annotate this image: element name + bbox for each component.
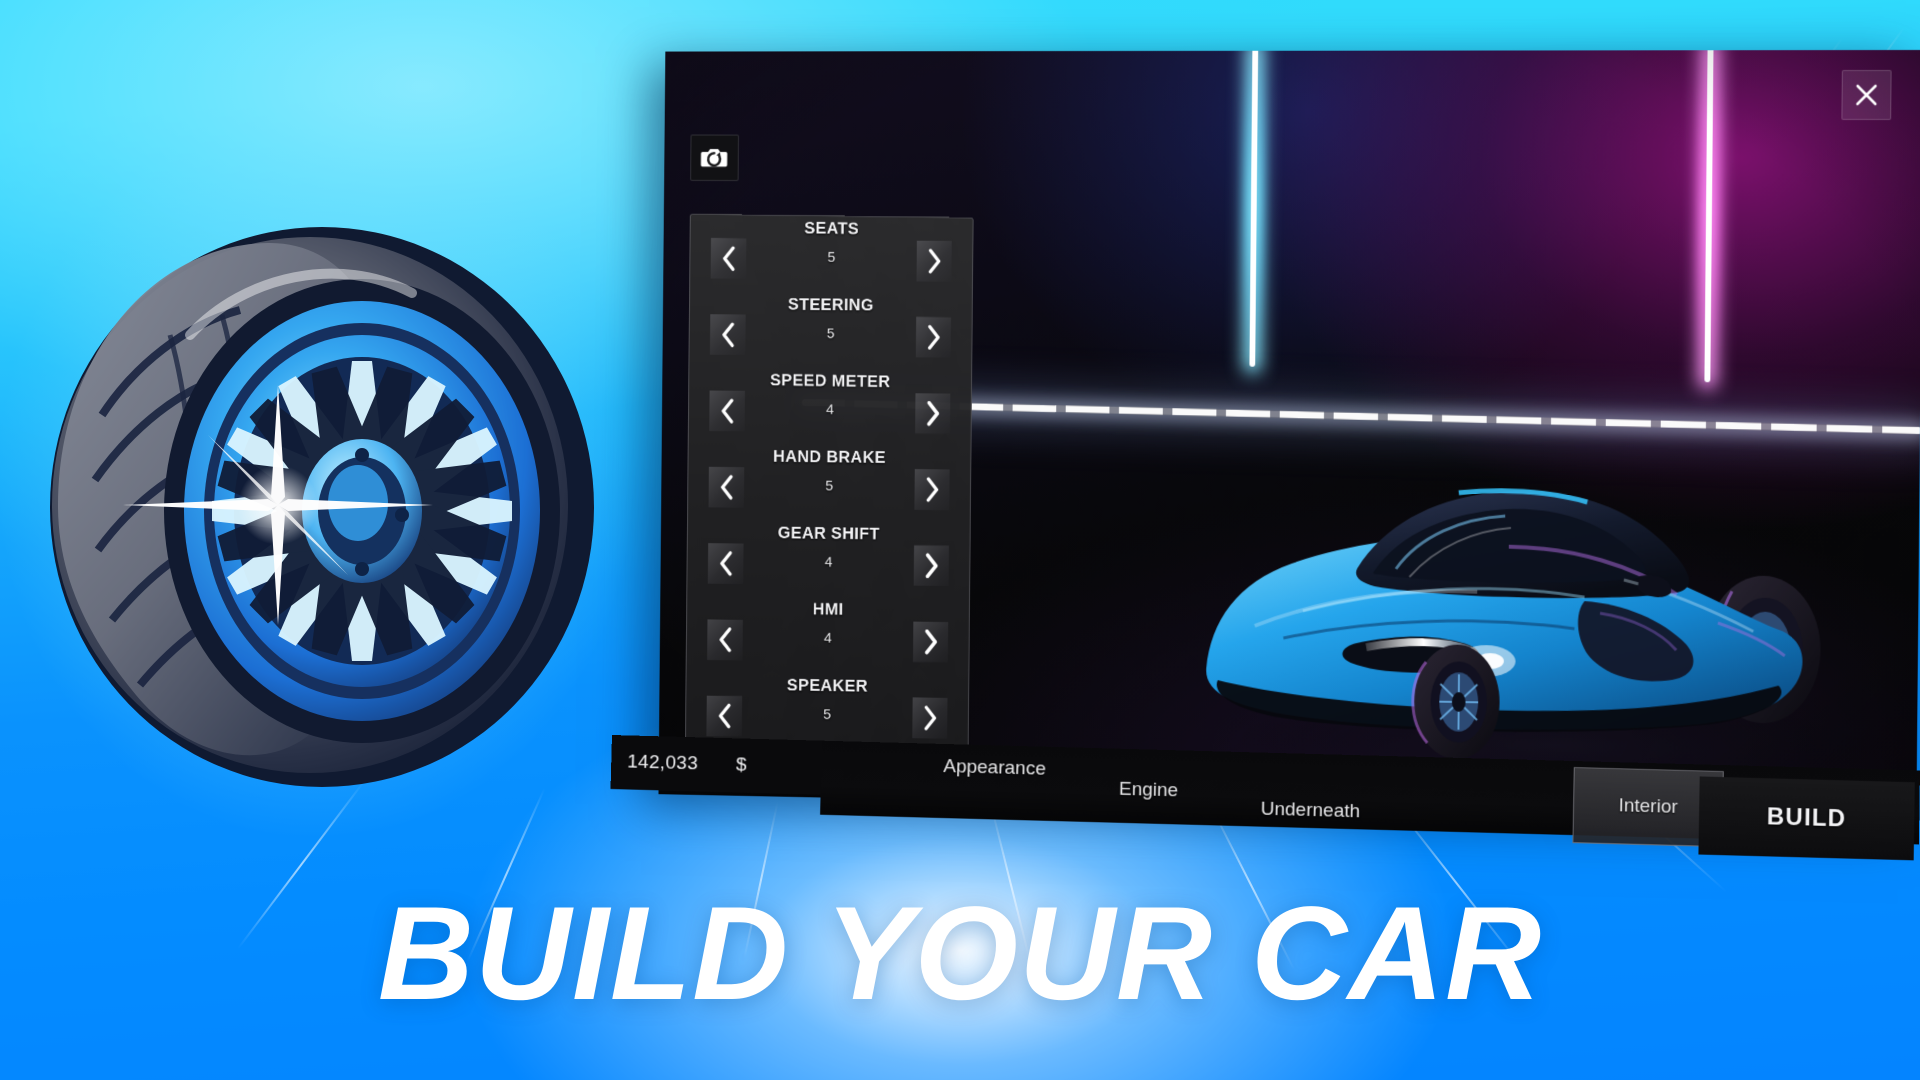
option-label: GEAR SHIFT [777,522,880,544]
chevron-left-icon [720,398,734,423]
chevron-right-icon [927,249,941,274]
option-next-button-gear-shift[interactable] [913,545,950,587]
option-label: HMI [812,599,844,619]
option-row-gear-shift: GEAR SHIFT 4 [687,520,969,599]
option-next-button-hand-brake[interactable] [914,469,950,511]
option-prev-button-speaker[interactable] [706,695,742,737]
close-icon [1853,82,1879,108]
option-row-steering: STEERING 5 [689,291,971,371]
car-wheel-illustration [40,215,605,795]
option-prev-button-hand-brake[interactable] [708,466,745,508]
chevron-left-icon [717,703,731,728]
chevron-left-icon [718,627,732,652]
option-row-hand-brake: HAND BRAKE 5 [688,443,970,522]
tab-interior-label: Interior [1618,795,1678,818]
option-prev-button-speed-meter[interactable] [709,390,745,432]
currency-symbol: $ [735,754,747,776]
camera-rotate-icon [700,146,728,169]
chevron-left-icon [721,322,735,347]
interior-options-panel: SEATS 5 STEERING 5 SPEED METER 4 HAND BR… [684,213,974,757]
option-row-speed-meter: SPEED METER 4 [689,367,971,447]
car-render [1167,374,1920,804]
chevron-right-icon [926,325,940,350]
option-next-button-speed-meter[interactable] [914,393,951,434]
chevron-right-icon [924,553,938,578]
option-next-button-steering[interactable] [915,316,952,358]
option-next-button-seats[interactable] [916,240,952,282]
chevron-left-icon [719,551,733,576]
chevron-right-icon [924,629,938,654]
tab-appearance[interactable]: Appearance [943,756,1046,781]
build-button[interactable]: BUILD [1698,776,1915,861]
option-label: SPEAKER [786,675,868,696]
option-label: HAND BRAKE [773,446,886,467]
chevron-right-icon [925,477,939,502]
chevron-left-icon [719,475,733,500]
chevron-right-icon [923,705,937,730]
option-label: SPEED METER [769,370,891,391]
currency-display: 142,033 $ [610,735,822,795]
money-amount: 142,033 [626,751,699,775]
game-window: SEATS 5 STEERING 5 SPEED METER 4 HAND BR… [658,49,1920,820]
option-label: STEERING [787,294,874,315]
option-row-hmi: HMI 4 [687,596,969,675]
tab-engine[interactable]: Engine [1119,779,1179,803]
chevron-right-icon [926,401,940,426]
close-window-button[interactable] [1841,70,1892,120]
chevron-left-icon [721,246,735,271]
option-prev-button-hmi[interactable] [707,619,743,661]
option-prev-button-seats[interactable] [710,238,747,280]
build-button-label: BUILD [1766,803,1847,833]
option-prev-button-gear-shift[interactable] [707,543,744,584]
tab-underneath[interactable]: Underneath [1260,799,1360,824]
car-showroom-scene: SEATS 5 STEERING 5 SPEED METER 4 HAND BR… [658,49,1920,820]
option-next-button-hmi[interactable] [912,621,949,663]
option-prev-button-steering[interactable] [709,314,746,356]
option-label: SEATS [804,218,860,239]
option-next-button-speaker[interactable] [912,697,948,739]
page-title: BUILD YOUR CAR [377,880,1543,1028]
option-row-seats: SEATS 5 [690,215,972,295]
camera-rotate-button[interactable] [690,134,739,181]
